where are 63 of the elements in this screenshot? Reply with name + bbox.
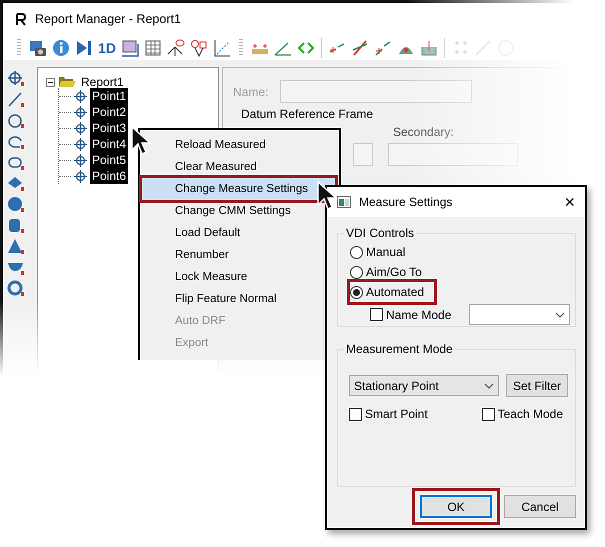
tree-item[interactable]: Point1 [90,88,128,104]
folder-icon [58,76,76,88]
name-field[interactable] [280,80,472,103]
radio-label: Automated [366,285,424,299]
radio-button[interactable] [350,286,363,298]
checkbox-label: Smart Point [365,407,428,421]
name-label: Name: [233,84,268,98]
checkbox[interactable] [370,308,383,321]
crosshair-icon[interactable] [7,70,25,87]
table-icon[interactable] [143,38,163,58]
radio-button[interactable] [350,266,363,278]
cylinder-icon[interactable] [7,217,25,234]
secondary-field[interactable] [388,143,518,166]
chart-icon[interactable] [212,38,232,58]
checkbox-label: Name Mode [386,308,452,322]
dialog-icon [337,196,351,208]
crosshair-icon [74,170,87,182]
crosshair-icon [74,106,87,118]
tree-item[interactable]: Report1 [79,74,126,90]
shapes-icon[interactable] [189,38,209,58]
group-title: VDI Controls [344,226,416,240]
sphere-icon[interactable] [7,196,25,213]
mode-dropdown[interactable]: Stationary Point [349,375,499,396]
ok-button[interactable]: OK [420,495,492,518]
menu-item[interactable]: Clear Measured [142,156,335,178]
window-title: Report Manager - Report1 [35,12,181,26]
group-title: Measurement Mode [344,342,455,356]
info-icon[interactable] [51,38,71,58]
image-icon[interactable] [120,38,140,58]
tree-item[interactable]: Point4 [90,136,128,152]
tree-item[interactable]: Point5 [90,152,128,168]
slot-icon[interactable] [7,133,25,150]
tree-item[interactable]: Point6 [90,168,128,184]
collapse-icon[interactable] [46,78,55,86]
menu-item[interactable]: Change Measure Settings [142,178,335,200]
secondary-label: Secondary: [393,125,454,139]
axes-icon[interactable] [166,38,186,58]
set-filter-button[interactable]: Set Filter [506,374,568,397]
tree-item[interactable]: Point2 [90,104,128,120]
dimension-button[interactable]: 1D [97,40,117,56]
close-button[interactable]: × [564,192,575,212]
chevron-icon [555,312,566,318]
app-logo-icon [15,12,27,26]
cross-lines-icon[interactable] [350,38,370,58]
radio-button[interactable] [350,246,363,258]
checkbox[interactable] [349,408,362,420]
radio-label: Aim/Go To [366,265,422,279]
plane-icon[interactable] [7,175,25,192]
crosshair-icon [74,138,87,150]
crosshair-icon [74,122,87,134]
cancel-button[interactable]: Cancel [504,495,576,518]
crosshair-icon [74,154,87,166]
line-icon[interactable] [7,91,25,108]
checkbox[interactable] [482,408,495,420]
radio-label: Manual [366,245,406,259]
crosshair-icon [74,90,87,102]
tree-item[interactable]: Point3 [90,120,128,136]
dialog-title: Measure Settings [359,195,452,209]
checkbox-label: Teach Mode [498,407,563,421]
torus-icon[interactable] [7,280,25,297]
group-title: Datum Reference Frame [241,107,374,121]
chevron-icon [484,382,494,388]
circle-icon[interactable] [7,112,25,129]
